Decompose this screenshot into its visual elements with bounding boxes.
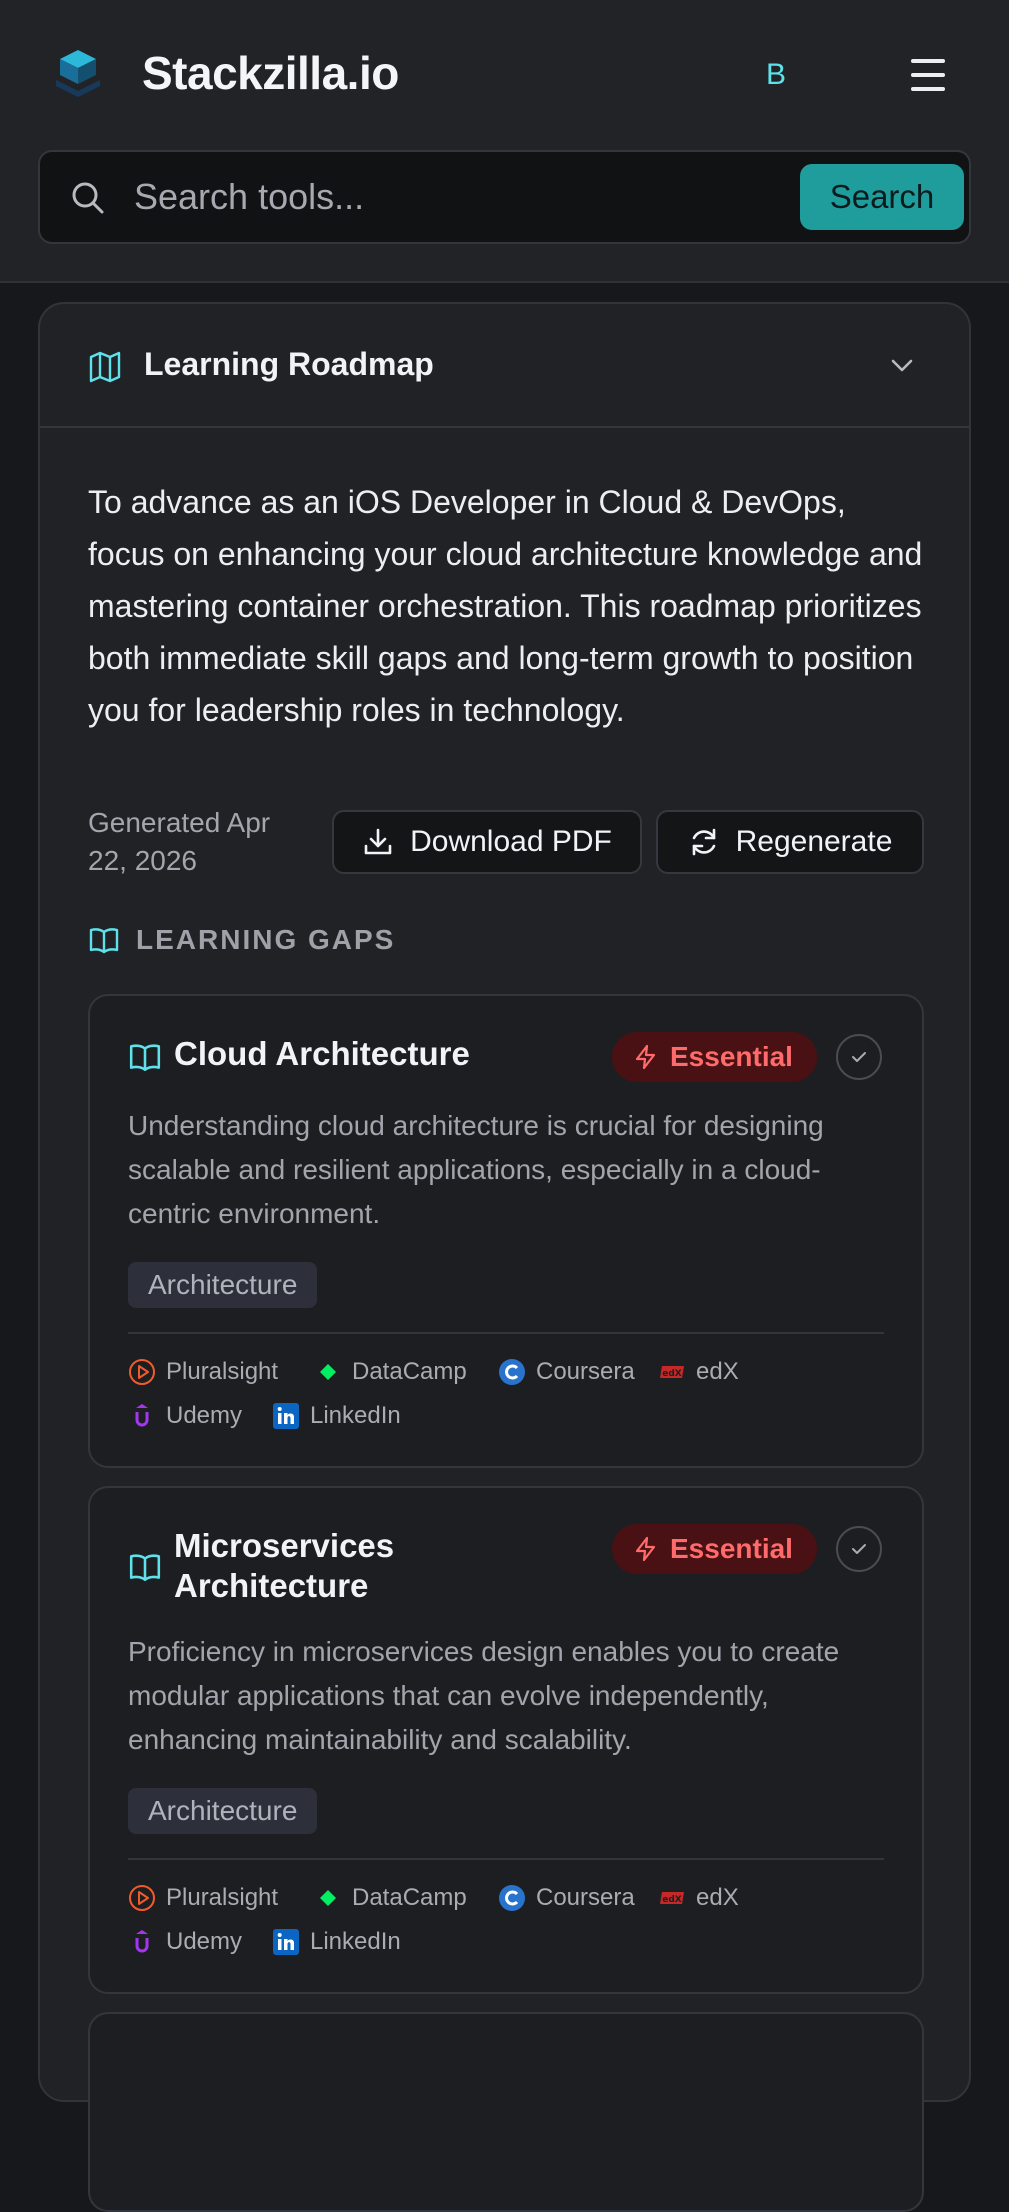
provider-udemy[interactable]: Udemy bbox=[128, 1928, 242, 1956]
datacamp-icon bbox=[320, 1890, 336, 1906]
gap-description: Proficiency in microservices design enab… bbox=[128, 1636, 840, 1755]
roadmap-header[interactable]: Learning Roadmap bbox=[40, 304, 969, 428]
roadmap-title: Learning Roadmap bbox=[144, 346, 434, 382]
gap-title: Microservices Architecture bbox=[174, 1527, 395, 1604]
provider-coursera[interactable]: Coursera bbox=[498, 1358, 635, 1386]
learning-gaps-label: LEARNING GAPS bbox=[136, 924, 396, 955]
mark-complete-button[interactable] bbox=[836, 1526, 882, 1572]
app-header: Stackzilla.io B Search bbox=[0, 0, 1009, 283]
learning-gap-card: Cloud Architecture Essential Understandi… bbox=[88, 994, 924, 1468]
linkedin-icon bbox=[273, 1403, 299, 1429]
provider-pluralsight[interactable]: Pluralsight bbox=[128, 1884, 278, 1912]
coursera-icon bbox=[499, 1359, 525, 1385]
roadmap-summary: To advance as an iOS Developer in Cloud … bbox=[88, 484, 923, 728]
generated-date: Generated Apr 22, 2026 bbox=[88, 807, 271, 876]
hamburger-menu-icon[interactable] bbox=[905, 55, 953, 95]
download-pdf-label: Download PDF bbox=[410, 825, 612, 858]
udemy-icon bbox=[135, 1930, 149, 1953]
mark-complete-button[interactable] bbox=[836, 1034, 882, 1080]
search-bar: Search bbox=[38, 150, 971, 244]
provider-edx[interactable]: edX edX bbox=[658, 1884, 739, 1912]
svg-text:edX: edX bbox=[662, 1895, 682, 1905]
book-open-icon bbox=[129, 1554, 161, 1582]
provider-linkedin[interactable]: LinkedIn bbox=[272, 1402, 401, 1430]
provider-pluralsight[interactable]: Pluralsight bbox=[128, 1358, 278, 1386]
priority-badge-label: Essential bbox=[670, 1041, 793, 1072]
priority-badge-label: Essential bbox=[670, 1533, 793, 1564]
learning-gap-card bbox=[88, 2012, 924, 2212]
regenerate-button[interactable]: Regenerate bbox=[656, 810, 924, 874]
provider-coursera[interactable]: Coursera bbox=[498, 1884, 635, 1912]
pluralsight-icon bbox=[129, 1885, 155, 1911]
edx-icon: edX bbox=[660, 1366, 684, 1379]
priority-badge: Essential bbox=[612, 1032, 817, 1082]
learning-roadmap-card: Learning Roadmap To advance as an iOS De… bbox=[38, 302, 971, 2212]
regenerate-label: Regenerate bbox=[735, 825, 893, 858]
user-avatar[interactable]: B bbox=[756, 55, 796, 95]
provider-linkedin[interactable]: LinkedIn bbox=[272, 1928, 401, 1956]
divider bbox=[128, 1332, 884, 1334]
priority-badge: Essential bbox=[612, 1524, 817, 1574]
lightning-icon bbox=[635, 1044, 656, 1070]
search-input[interactable] bbox=[134, 166, 814, 228]
provider-udemy[interactable]: Udemy bbox=[128, 1402, 242, 1430]
svg-text:edX: edX bbox=[662, 1369, 682, 1379]
divider bbox=[128, 1858, 884, 1860]
datacamp-icon bbox=[320, 1364, 336, 1380]
lightning-icon bbox=[635, 1536, 656, 1562]
coursera-icon bbox=[499, 1885, 525, 1911]
provider-edx[interactable]: edX edX bbox=[658, 1358, 739, 1386]
refresh-icon bbox=[692, 828, 715, 856]
category-tag: Architecture bbox=[128, 1262, 318, 1308]
brand-name[interactable]: Stackzilla.io bbox=[142, 46, 399, 100]
pluralsight-icon bbox=[129, 1359, 155, 1385]
gap-title: Cloud Architecture bbox=[174, 1035, 470, 1072]
linkedin-icon bbox=[273, 1929, 299, 1955]
stackzilla-logo[interactable] bbox=[48, 46, 108, 106]
provider-datacamp[interactable]: DataCamp bbox=[314, 1358, 467, 1386]
category-tag: Architecture bbox=[128, 1788, 318, 1834]
download-icon bbox=[364, 828, 392, 855]
book-open-icon bbox=[89, 928, 119, 954]
learning-gaps-heading: LEARNING GAPS bbox=[88, 924, 395, 956]
search-button[interactable]: Search bbox=[800, 164, 964, 230]
search-icon bbox=[72, 182, 104, 214]
edx-icon: edX bbox=[660, 1892, 684, 1905]
gap-description: Understanding cloud architecture is cruc… bbox=[128, 1110, 824, 1229]
download-pdf-button[interactable]: Download PDF bbox=[332, 810, 642, 874]
map-icon bbox=[89, 351, 121, 383]
check-icon bbox=[852, 1052, 866, 1062]
provider-datacamp[interactable]: DataCamp bbox=[314, 1884, 467, 1912]
book-open-icon bbox=[129, 1044, 161, 1072]
check-icon bbox=[852, 1544, 866, 1554]
learning-gap-card: Microservices Architecture Essential Pro… bbox=[88, 1486, 924, 1994]
chevron-down-icon[interactable] bbox=[886, 350, 918, 382]
udemy-icon bbox=[135, 1404, 149, 1427]
